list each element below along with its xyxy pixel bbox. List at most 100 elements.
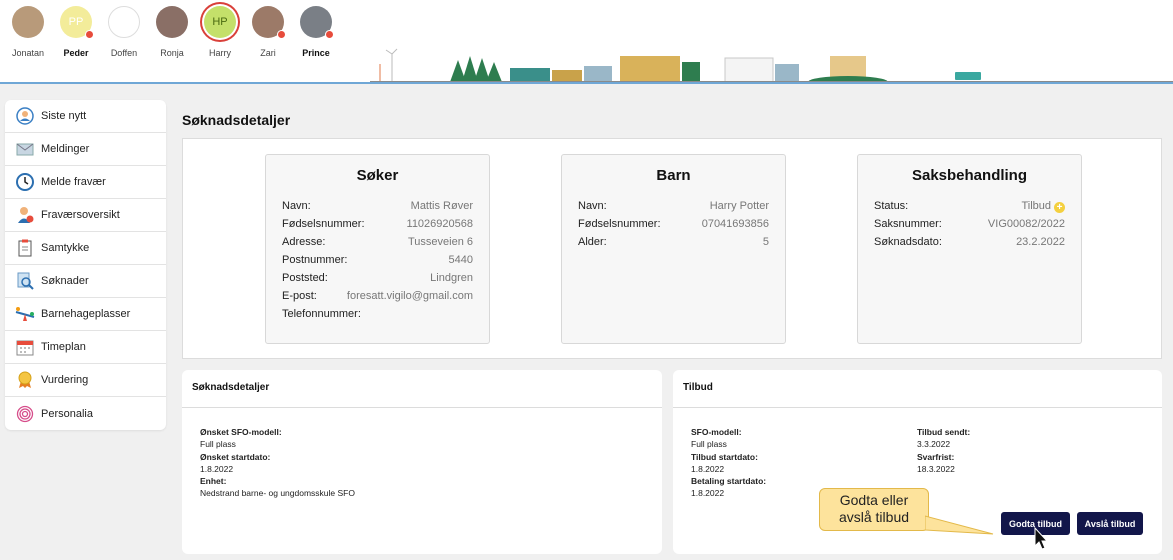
soker-row-label: Postnummer: (282, 254, 348, 266)
offer-left-column: SFO-modell: Full plass Tilbud startdato:… (691, 426, 766, 500)
case-card-title: Saksbehandling (911, 167, 1028, 184)
user-name: Ronja (160, 48, 184, 58)
desired-start-value: 1.8.2022 (200, 463, 234, 474)
barn-row-label: Fødselsnummer: (578, 218, 661, 230)
sidebar: Siste nytt Meldinger Melde fravær Fraværsov… (5, 100, 166, 430)
offer-body: SFO-modell: Full plass Tilbud startdato:… (673, 408, 1162, 498)
callout-pointer (925, 515, 994, 535)
calendar-icon (15, 337, 35, 357)
sidebar-item-label: Fraværsoversikt (41, 209, 120, 221)
clipboard-icon (15, 238, 35, 258)
reject-offer-button[interactable]: Avslå tilbud (1077, 512, 1143, 535)
soker-row: Adresse: Tusseveien 6 (282, 236, 473, 254)
page-title: Søknadsdetaljer (182, 112, 291, 128)
child-card-title: Barn (656, 167, 691, 184)
application-details-title: Søknadsdetaljer (182, 370, 662, 408)
offer-deadline-label: Svarfrist: (917, 451, 955, 462)
sidebar-item-5[interactable]: Samtykke (5, 232, 166, 265)
offer-title: Tilbud (673, 370, 1162, 408)
sidebar-item-label: Vurdering (41, 374, 89, 386)
desired-start-label: Ønsket startdato: (200, 451, 271, 462)
avatar[interactable] (156, 6, 188, 38)
user-peder[interactable]: PP Peder (52, 6, 100, 58)
soker-row: Navn: Mattis Røver (282, 200, 473, 218)
avatar[interactable] (12, 6, 44, 38)
saks-row-label: Saksnummer: (874, 218, 942, 230)
soker-row-label: Adresse: (282, 236, 326, 248)
sidebar-item-label: Timeplan (41, 341, 86, 353)
callout-line-2: avslå tilbud (838, 509, 910, 525)
clock-icon (15, 172, 35, 192)
desired-model-value: Full plass (200, 439, 236, 450)
user-prince[interactable]: Prince (292, 6, 340, 58)
status-text: Tilbud (1021, 200, 1051, 212)
sidebar-item-2[interactable]: Meldinger (5, 133, 166, 166)
applicant-card: Søker Navn: Mattis Røver Fødselsnummer: 110… (265, 154, 490, 344)
offer-sent-label: Tilbud sendt: (917, 427, 971, 437)
barn-row: Fødselsnummer: 07041693856 (578, 218, 769, 236)
callout-line-1: Godta eller (839, 492, 909, 508)
sidebar-item-8[interactable]: Timeplan (5, 331, 166, 364)
case-status-row: Status: Tilbud + (874, 200, 1065, 218)
sidebar-item-3[interactable]: Melde fravær (5, 166, 166, 199)
barn-row-label: Alder: (578, 236, 607, 248)
user-harry[interactable]: HP Harry (196, 6, 244, 58)
saks-row: Søknadsdato: 23.2.2022 (874, 236, 1065, 254)
unit-label: Enhet: (200, 476, 227, 487)
sidebar-item-label: Barnehageplasser (41, 308, 131, 320)
offer-deadline-value: 18.3.2022 (917, 463, 955, 474)
user-name: Zari (260, 48, 276, 58)
sidebar-item-9[interactable]: Vurdering (5, 364, 166, 397)
soker-row: Fødselsnummer: 11026920568 (282, 218, 473, 236)
soker-row: E-post: foresatt.vigilo@gmail.com (282, 290, 473, 308)
summary-section: Søker Navn: Mattis Røver Fødselsnummer: 110… (182, 138, 1162, 359)
avatar[interactable] (252, 6, 286, 39)
barn-row: Alder: 5 (578, 236, 769, 254)
soker-row-value: 11026920568 (406, 218, 473, 230)
sidebar-item-10[interactable]: Personalia (5, 397, 166, 430)
soker-row-label: Poststed: (282, 272, 328, 284)
user-ronja[interactable]: Ronja (148, 6, 196, 58)
search-document-icon (15, 271, 35, 291)
soker-row-value: Tusseveien 6 (407, 236, 473, 248)
sidebar-item-7[interactable]: Barnehageplasser (5, 298, 166, 331)
soker-row-label: Telefonnummer: (282, 308, 361, 320)
soker-row-label: Fødselsnummer: (282, 218, 365, 230)
case-status-label: Status: (874, 200, 909, 212)
sidebar-item-1[interactable]: Siste nytt (5, 100, 166, 133)
envelope-icon (15, 139, 35, 159)
news-icon (15, 106, 35, 126)
avatar[interactable] (300, 6, 334, 39)
sidebar-item-label: Søknader (41, 275, 89, 287)
avatar-initials: HP (212, 16, 228, 28)
soker-row-label: Navn: (282, 200, 311, 212)
sidebar-item-label: Siste nytt (41, 110, 87, 122)
desired-model-label: Ønsket SFO-modell: (200, 427, 282, 437)
soker-row-label: E-post: (282, 290, 317, 302)
person-absence-icon (15, 205, 35, 225)
sidebar-item-4[interactable]: Fraværsoversikt (5, 199, 166, 232)
user-name: Peder (63, 48, 89, 58)
soker-row-value: 5440 (448, 254, 473, 266)
user-zari[interactable]: Zari (244, 6, 292, 58)
notification-dot (325, 30, 334, 39)
plus-icon[interactable]: + (1054, 202, 1065, 213)
offer-sent-value: 3.3.2022 (917, 439, 951, 450)
callout-annotation: Godta eller avslå tilbud (819, 488, 929, 531)
avatar[interactable]: HP (204, 6, 236, 38)
offer-payment-label: Betaling startdato: (691, 476, 767, 487)
landscape-illustration (370, 48, 1173, 84)
offer-start-value: 1.8.2022 (691, 463, 725, 474)
soker-row-value: foresatt.vigilo@gmail.com (346, 290, 473, 302)
fingerprint-icon (15, 404, 35, 424)
barn-row-value: Harry Potter (709, 200, 769, 212)
user-jonatan[interactable]: Jonatan (4, 6, 52, 58)
avatar[interactable]: PP (60, 6, 94, 39)
sidebar-item-6[interactable]: Søknader (5, 265, 166, 298)
soker-row: Postnummer: 5440 (282, 254, 473, 272)
offer-payment-value: 1.8.2022 (691, 488, 725, 499)
avatar[interactable] (108, 6, 140, 38)
saks-row: Saksnummer: VIG00082/2022 (874, 218, 1065, 236)
user-doffen[interactable]: Doffen (100, 6, 148, 58)
application-details-panel: Søknadsdetaljer Ønsket SFO-modell: Full … (182, 370, 662, 554)
